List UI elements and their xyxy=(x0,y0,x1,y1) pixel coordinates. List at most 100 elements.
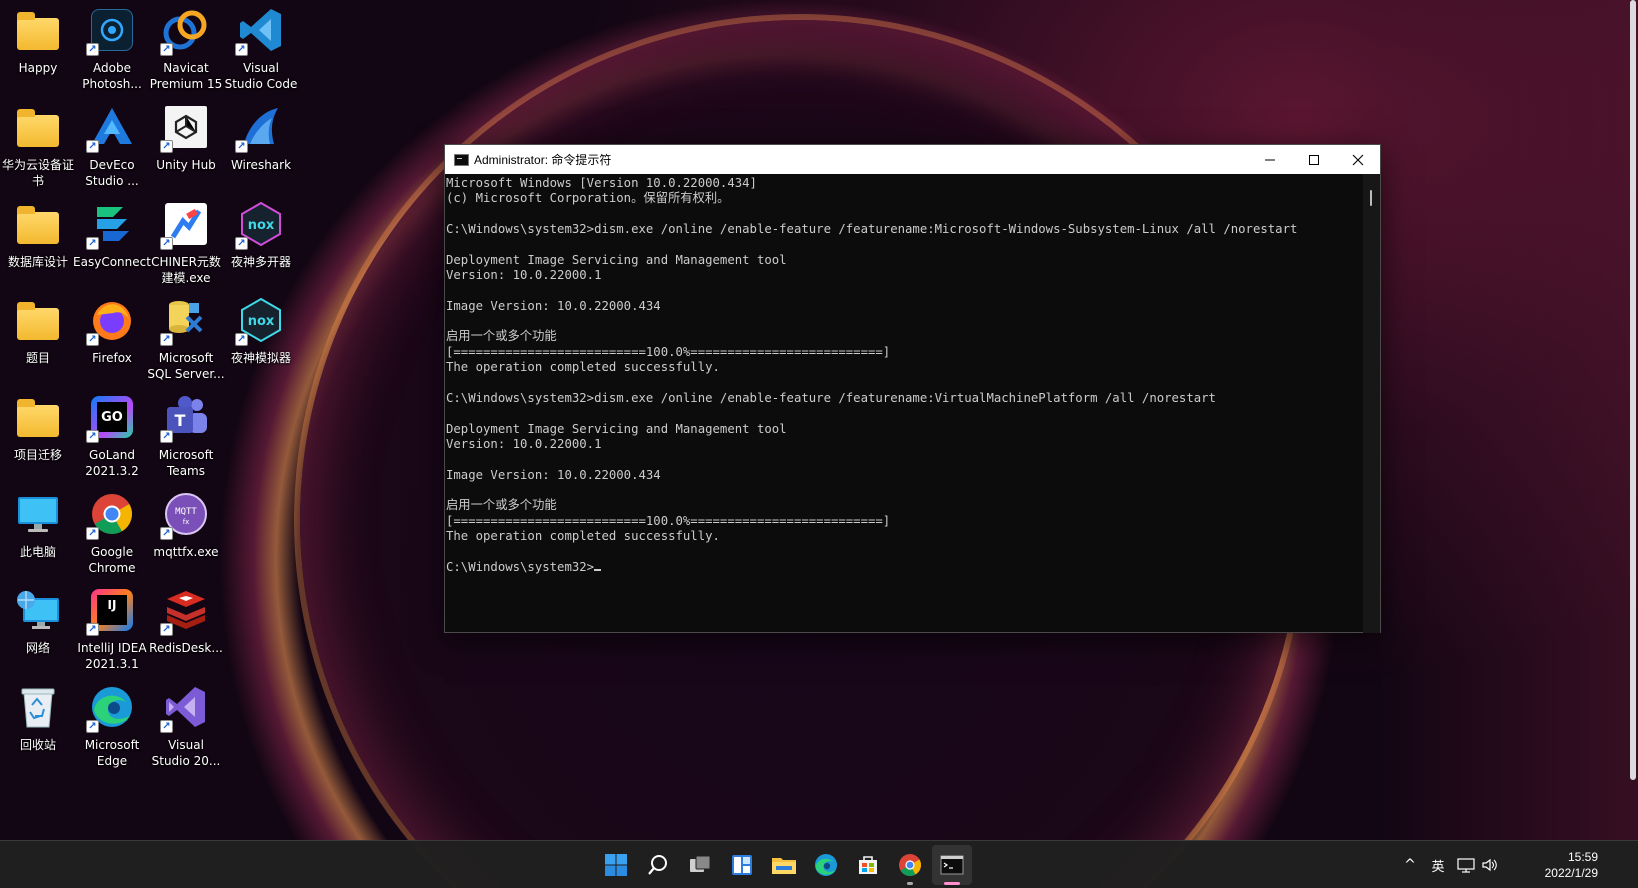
desktop-icon-db-design[interactable]: 数据库设计 xyxy=(0,196,76,288)
desktop-icon-label: 网络 xyxy=(25,641,50,655)
svg-text:T: T xyxy=(175,411,186,430)
minimize-button[interactable] xyxy=(1248,145,1292,174)
edge-icon: ↗ xyxy=(86,683,136,733)
taskbar-widgets-button[interactable] xyxy=(722,845,762,885)
deveco-icon: ↗ xyxy=(86,103,136,153)
desktop-icon-unity-hub[interactable]: ↗ Unity Hub xyxy=(148,99,224,191)
desktop-icon-teams[interactable]: T ↗ Microsoft Teams xyxy=(148,389,224,481)
redis-icon: ↗ xyxy=(160,586,210,636)
desktop-icon-chrome[interactable]: ↗ Google Chrome xyxy=(74,486,150,578)
desktop-icon-nox-multi[interactable]: nox ↗ 夜神多开器 xyxy=(223,196,299,288)
intellij-icon: IJ ↗ xyxy=(86,586,136,636)
cmd-window[interactable]: Administrator: 命令提示符 Microsoft Windows [… xyxy=(444,144,1381,633)
desktop-icon-goland[interactable]: GO ↗ GoLand 2021.3.2 xyxy=(74,389,150,481)
console-line: 启用一个或多个功能 xyxy=(446,329,557,344)
desktop-icon-chiner[interactable]: ↗ CHINER元数 建模.exe xyxy=(148,196,224,288)
shortcut-arrow-icon: ↗ xyxy=(160,237,173,250)
desktop-icon-project-migration[interactable]: 项目迁移 xyxy=(0,389,76,481)
folder-icon xyxy=(14,296,62,344)
mqttfx-icon: MQTT fx ↗ xyxy=(160,490,210,540)
taskbar-chrome-button[interactable] xyxy=(890,845,930,885)
close-button[interactable] xyxy=(1336,145,1380,174)
shortcut-arrow-icon: ↗ xyxy=(86,527,99,540)
taskbar-search-button[interactable] xyxy=(638,845,678,885)
console-line: Microsoft Windows [Version 10.0.22000.43… xyxy=(446,176,757,190)
desktop-icon-navicat[interactable]: ↗ Navicat Premium 15 xyxy=(148,2,224,94)
console-line: [==========================100.0%=======… xyxy=(446,513,891,528)
console-line: (c) Microsoft Corporation。保留所有权利。 xyxy=(446,191,730,206)
desktop-icon-label: 此电脑 xyxy=(19,545,56,559)
desktop-icon-wireshark[interactable]: ↗ Wireshark xyxy=(223,99,299,191)
ime-label: 英 xyxy=(1431,859,1445,875)
desktop-icon-label: Wireshark xyxy=(230,158,292,172)
shortcut-arrow-icon: ↗ xyxy=(235,140,248,153)
taskbar-terminal-button[interactable] xyxy=(932,845,972,885)
desktop-icon-recycle-bin[interactable]: 回收站 xyxy=(0,679,76,771)
desktop-icon-happy[interactable]: Happy xyxy=(0,2,76,94)
svg-text:nox: nox xyxy=(248,218,275,233)
desktop-icon-vscode[interactable]: ↗ Visual Studio Code xyxy=(223,2,299,94)
nox-multi-icon: nox ↗ xyxy=(235,200,285,250)
shortcut-arrow-icon: ↗ xyxy=(86,430,99,443)
desktop-icon-this-pc[interactable]: 此电脑 xyxy=(0,486,76,578)
desktop-icon-tiku[interactable]: 题目 xyxy=(0,292,76,384)
desktop-icon-redis[interactable]: ↗ RedisDesk... xyxy=(148,582,224,674)
desktop-icon-label: 夜神多开器 xyxy=(230,255,291,269)
desktop-icon-huawei-cert[interactable]: 华为云设备证 书 xyxy=(0,99,76,191)
photoshop-icon: ↗ xyxy=(86,6,136,56)
goland-icon: GO ↗ xyxy=(86,393,136,443)
console-line: C:\Windows\system32>dism.exe /online /en… xyxy=(446,390,1216,405)
desktop-icon-label: GoLand 2021.3.2 xyxy=(85,448,139,478)
desktop-icon-network[interactable]: 网络 xyxy=(0,582,76,674)
input-method-indicator[interactable]: 英 xyxy=(1424,841,1452,888)
maximize-button[interactable] xyxy=(1292,145,1336,174)
task-view-icon xyxy=(690,855,711,872)
desktop-icon-firefox[interactable]: ↗ Firefox xyxy=(74,292,150,384)
file-explorer-icon xyxy=(772,858,796,874)
cmd-console-output[interactable]: Microsoft Windows [Version 10.0.22000.43… xyxy=(445,174,1363,633)
unity-icon: ↗ xyxy=(160,103,210,153)
cmd-scrollbar-thumb[interactable] xyxy=(1370,190,1372,206)
network-tray-icon xyxy=(1457,858,1475,873)
volume-tray-button[interactable] xyxy=(1478,841,1502,888)
desktop-icon-intellij[interactable]: IJ ↗ IntelliJ IDEA 2021.3.1 xyxy=(74,582,150,674)
folder-icon xyxy=(14,6,62,54)
console-line: Deployment Image Servicing and Managemen… xyxy=(446,252,787,267)
show-hidden-icons-button[interactable]: ^ xyxy=(1398,841,1422,888)
desktop-icon-sqlserver[interactable]: ↗ Microsoft SQL Server... xyxy=(147,292,225,384)
desktop-icon-label: 夜神模拟器 xyxy=(230,351,291,365)
volume-icon xyxy=(1482,858,1497,872)
desktop-icon-visual-studio[interactable]: ↗ Visual Studio 20... xyxy=(148,679,224,771)
network-tray-button[interactable] xyxy=(1454,841,1478,888)
desktop-icon-label: Unity Hub xyxy=(156,158,216,172)
taskbar-store-button[interactable] xyxy=(848,845,888,885)
taskbar-edge-button[interactable] xyxy=(806,845,846,885)
desktop-icon-label: Visual Studio Code xyxy=(224,61,298,91)
visual-studio-icon: ↗ xyxy=(160,683,210,733)
desktop-icon-nox[interactable]: nox ↗ 夜神模拟器 xyxy=(223,292,299,384)
desktop-icon-deveco[interactable]: ↗ DevEco Studio ... xyxy=(74,99,150,191)
cmd-titlebar[interactable]: Administrator: 命令提示符 xyxy=(445,145,1380,174)
taskbar-task-view-button[interactable] xyxy=(680,845,720,885)
recycle-bin-icon xyxy=(14,683,62,731)
vscode-icon: ↗ xyxy=(235,6,285,56)
svg-text:fx: fx xyxy=(183,518,190,526)
desktop-icon-label: Navicat Premium 15 xyxy=(149,61,223,91)
taskbar-file-explorer-button[interactable] xyxy=(764,845,804,885)
console-line: Image Version: 10.0.22000.434 xyxy=(446,298,661,313)
desktop-icon-photoshop[interactable]: ↗ Adobe Photosh... xyxy=(74,2,150,94)
clock-button[interactable]: 15:59 2022/1/29 xyxy=(1528,849,1598,881)
screen-edge-bar xyxy=(1630,0,1636,780)
widgets-icon xyxy=(732,855,752,875)
chrome-icon xyxy=(899,854,921,876)
taskbar-start-button[interactable] xyxy=(596,845,636,885)
cmd-scrollbar[interactable] xyxy=(1363,174,1380,633)
shortcut-arrow-icon: ↗ xyxy=(235,237,248,250)
desktop-icon-easyconnect[interactable]: ↗ EasyConnect xyxy=(73,196,151,288)
desktop-icon-mqttfx[interactable]: MQTT fx ↗ mqttfx.exe xyxy=(148,486,224,578)
desktop-icon-edge[interactable]: ↗ Microsoft Edge xyxy=(74,679,150,771)
desktop-icon-label: Happy xyxy=(18,61,58,75)
